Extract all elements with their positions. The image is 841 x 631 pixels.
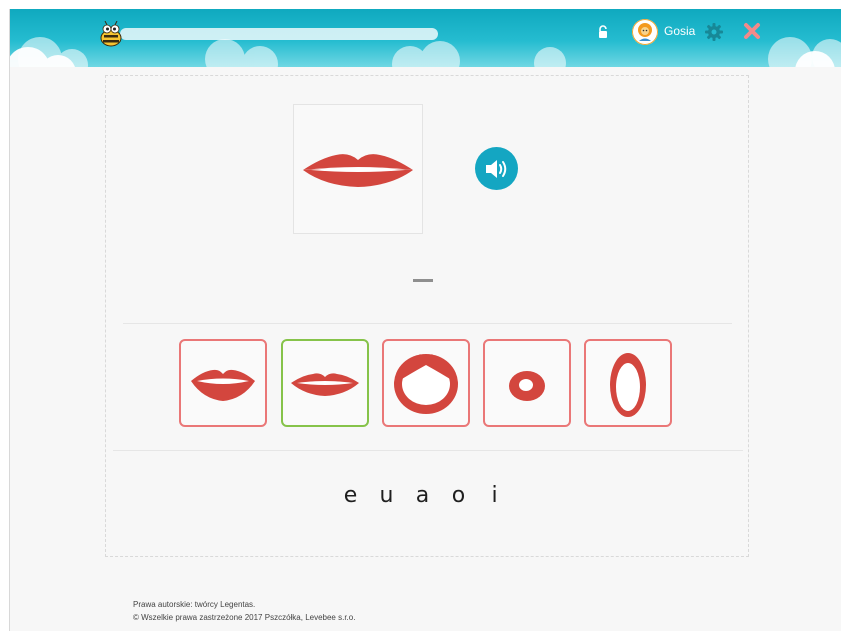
close-icon[interactable]	[743, 22, 761, 40]
app-frame: Gosia e u a o i Prawa autorskie: twórcy …	[9, 9, 841, 631]
letter-a[interactable]: a	[408, 483, 437, 508]
copyright-rights: © Wszelkie prawa zastrzeżone 2017 Pszczó…	[133, 613, 356, 622]
user-name[interactable]: Gosia	[664, 24, 695, 38]
lips-option-4[interactable]	[483, 339, 571, 427]
lips-e-shape-image	[303, 154, 413, 187]
lips-round-o-icon	[509, 371, 545, 401]
speaker-icon	[486, 160, 507, 178]
letter-choices: e u a o i	[336, 483, 509, 508]
gear-icon[interactable]	[704, 22, 724, 42]
divider	[113, 450, 743, 451]
letter-i[interactable]: i	[480, 483, 509, 508]
lips-tall-o-icon	[610, 353, 646, 417]
avatar-icon[interactable]	[632, 19, 658, 45]
lips-option-1[interactable]	[179, 339, 267, 427]
bee-logo-icon	[100, 21, 122, 47]
letter-u[interactable]: u	[372, 483, 401, 508]
copyright-authors: Prawa autorskie: twórcy Legentas.	[133, 600, 256, 609]
letter-e[interactable]: e	[336, 483, 365, 508]
lips-option-3[interactable]	[382, 339, 470, 427]
progress-bar	[120, 28, 438, 40]
lips-open-a-icon	[394, 354, 458, 414]
answer-blank	[413, 279, 433, 282]
lips-option-5[interactable]	[584, 339, 672, 427]
lips-smile-icon	[291, 373, 359, 396]
letter-o[interactable]: o	[444, 483, 473, 508]
lips-wide-icon	[191, 369, 255, 401]
prompt-image	[293, 104, 423, 234]
lock-icon[interactable]	[597, 25, 609, 39]
lips-option-2[interactable]	[281, 339, 369, 427]
footer: Prawa autorskie: twórcy Legentas. © Wsze…	[133, 598, 355, 624]
top-bar: Gosia	[10, 9, 841, 67]
play-sound-button[interactable]	[475, 147, 518, 190]
divider	[123, 323, 732, 324]
